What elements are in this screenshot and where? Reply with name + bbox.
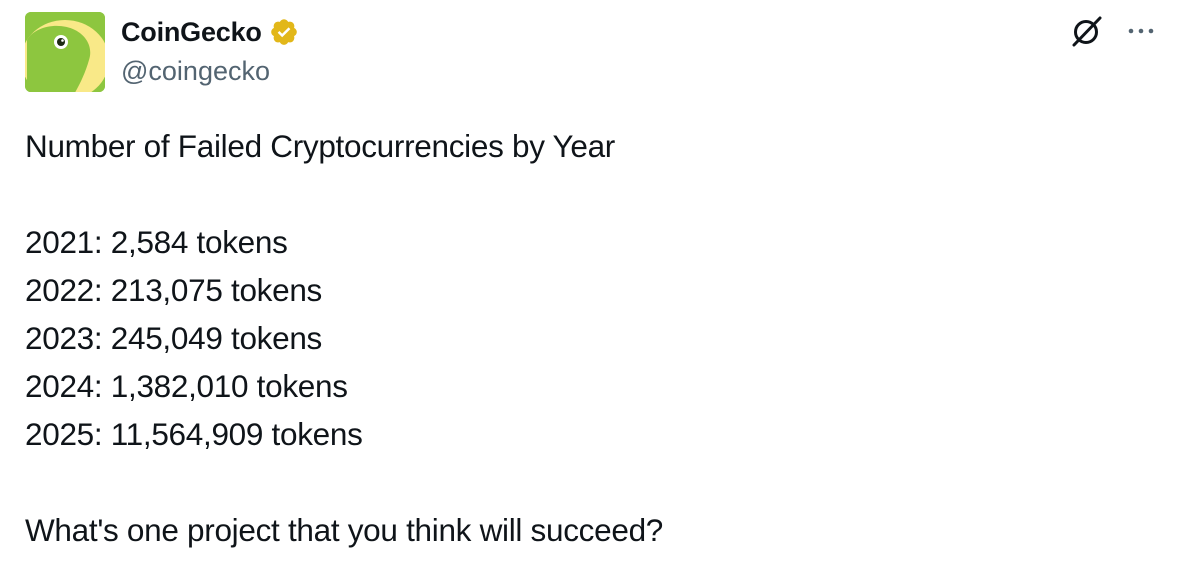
more-icon[interactable] xyxy=(1126,16,1156,46)
stat-line-2022: 2022: 213,075 tokens xyxy=(25,272,323,308)
coingecko-gecko-icon xyxy=(25,12,105,92)
author-name[interactable]: CoinGecko xyxy=(121,17,262,48)
tweet: CoinGecko @coingecko Number of Failed Cr… xyxy=(0,0,1178,576)
tweet-body: Number of Failed Cryptocurrencies by Yea… xyxy=(25,122,1145,554)
stat-line-2025: 2025: 11,564,909 tokens xyxy=(25,416,363,452)
top-actions xyxy=(1070,14,1156,48)
author-avatar[interactable] xyxy=(25,12,105,92)
verified-badge-icon[interactable] xyxy=(269,17,299,47)
stat-line-2024: 2024: 1,382,010 tokens xyxy=(25,368,348,404)
stat-line-2021: 2021: 2,584 tokens xyxy=(25,224,288,260)
tweet-question: What's one project that you think will s… xyxy=(25,512,664,548)
grok-icon[interactable] xyxy=(1070,14,1104,48)
author-handle[interactable]: @coingecko xyxy=(121,56,270,87)
author-name-row: CoinGecko xyxy=(121,14,299,50)
tweet-title: Number of Failed Cryptocurrencies by Yea… xyxy=(25,128,615,164)
stat-line-2023: 2023: 245,049 tokens xyxy=(25,320,323,356)
